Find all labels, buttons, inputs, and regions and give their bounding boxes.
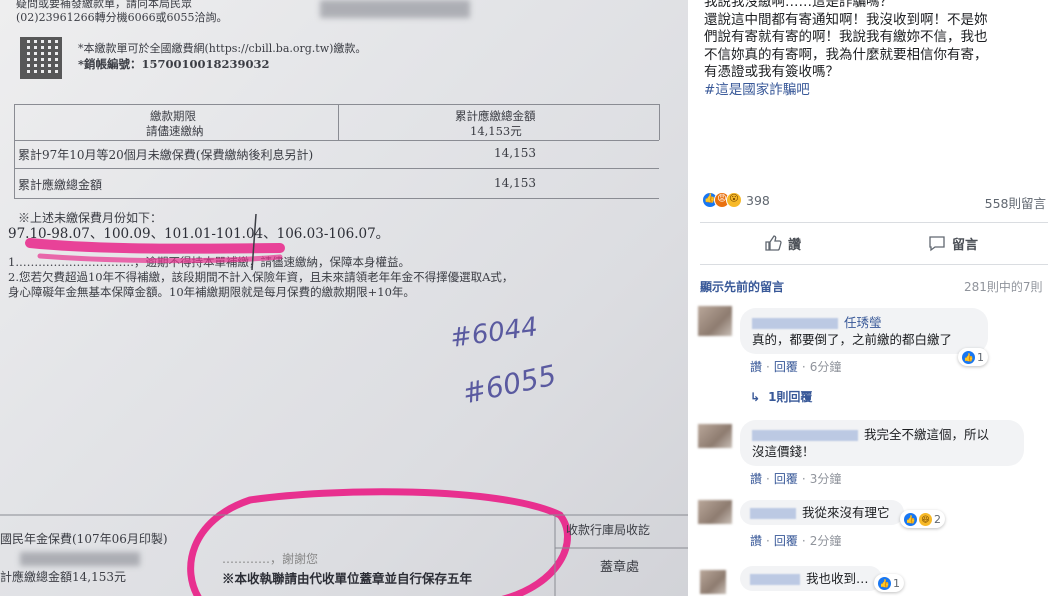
haha-mini-icon: 😆 xyxy=(919,512,932,526)
comment-reaction-badge[interactable]: 👍 1 xyxy=(874,574,904,592)
avatar[interactable] xyxy=(698,424,732,448)
action-divider-top xyxy=(700,222,1048,223)
reaction-count[interactable]: 398 xyxy=(746,193,770,208)
like-mini-icon: 👍 xyxy=(962,350,975,364)
comment-like-link[interactable]: 讚 xyxy=(750,534,762,548)
footer-left1: 國民年金保費(107年06月印製) xyxy=(0,532,168,546)
reply-arrow-icon: ↳ xyxy=(750,390,761,404)
comment-bubble-2: 我完全不繳這個，所以 沒這價錢！ xyxy=(740,420,1024,466)
comment-bubble-3: 我從來沒有理它 xyxy=(740,500,904,525)
pink-marker-underline xyxy=(0,213,688,596)
post-hashtag[interactable]: #這是國家詐騙吧 xyxy=(704,82,1054,100)
comment-button[interactable]: 留言 xyxy=(928,232,978,254)
comment-reply-link[interactable]: 回覆 xyxy=(774,472,798,486)
comment-bubble-1: 任琇瑩 真的，都要倒了，之前繳的都白繳了 xyxy=(740,308,988,354)
comment-meta-1: 讚 · 回覆 · 6分鐘 xyxy=(750,360,842,374)
footer-left2: 計應繳總金額14,153元 xyxy=(0,570,126,584)
redacted-name xyxy=(750,574,800,585)
comment-label: 留言 xyxy=(952,237,979,253)
bill-photo: 疑問或要補發繳款單，請向本局民眾 (02)23961266轉分機6066或605… xyxy=(0,0,688,596)
comment-meta-2: 讚 · 回覆 · 3分鐘 xyxy=(750,472,842,486)
footer-right1: 收款行庫局收訖 xyxy=(566,523,651,537)
comment-reaction-count: 1 xyxy=(977,350,984,364)
like-label: 讚 xyxy=(788,237,802,253)
comment-like-link[interactable]: 讚 xyxy=(750,360,762,374)
like-button[interactable]: 讚 xyxy=(764,232,801,254)
replies-count: 1則回覆 xyxy=(768,390,813,404)
post-line-1: 還說這中間都有寄通知啊！我沒收到啊！不是妳 xyxy=(704,11,988,28)
comment-time[interactable]: 6分鐘 xyxy=(810,360,842,374)
footer-mid-note: ※本收執聯請由代收單位蓋章並自行保存五年 xyxy=(222,571,473,586)
show-previous-comments[interactable]: 顯示先前的留言 xyxy=(700,278,784,295)
view-replies-link[interactable]: ↳ 1則回覆 xyxy=(750,388,812,405)
comment-reaction-count: 2 xyxy=(934,512,941,526)
post-body: 我說我沒繳啊……這是詐騙嗎？ 還說這中間都有寄通知啊！我沒收到啊！不是妳 們說有… xyxy=(704,0,1054,99)
action-divider-bottom xyxy=(700,264,1048,265)
comment-meta-3: 讚 · 回覆 · 2分鐘 xyxy=(750,534,842,548)
comment-like-link[interactable]: 讚 xyxy=(750,472,762,486)
comment-time[interactable]: 3分鐘 xyxy=(810,472,842,486)
comment-text: 我從來沒有理它 xyxy=(802,505,890,520)
footer-mid-title: …………，謝謝您 xyxy=(222,552,319,566)
comment-icon xyxy=(929,236,945,252)
reaction-summary[interactable]: 👍 😡 😮 398 558則留言 xyxy=(702,192,1046,214)
comment-time[interactable]: 2分鐘 xyxy=(810,534,842,548)
comment-reply-link[interactable]: 回覆 xyxy=(774,534,798,548)
comment-bubble-4: 我也收到… xyxy=(740,566,882,591)
comment-text: 我完全不繳這個，所以 xyxy=(864,427,990,442)
facebook-post-panel: 我說我沒繳啊……這是詐騙嗎？ 還說這中間都有寄通知啊！我沒收到啊！不是妳 們說有… xyxy=(688,0,1060,596)
comments-shown-count: 281則中的7則 xyxy=(964,280,1043,294)
post-line-2: 們說有寄就有寄的啊！我說我有繳妳不信，我也 xyxy=(704,29,988,45)
comment-text: 我也收到… xyxy=(806,571,869,586)
avatar[interactable] xyxy=(698,306,732,336)
comment-reaction-badge[interactable]: 👍 1 xyxy=(958,348,988,366)
redacted-name xyxy=(752,430,858,441)
thumbs-up-icon xyxy=(765,235,782,251)
post-line-0: 我說我沒繳啊……這是詐騙嗎？ xyxy=(704,0,893,10)
comment-reply-link[interactable]: 回覆 xyxy=(774,360,798,374)
comment-reaction-count: 1 xyxy=(893,576,900,590)
comment-count[interactable]: 558則留言 xyxy=(985,193,1046,212)
comment-reaction-badge[interactable]: 👍 😆 2 xyxy=(900,510,945,528)
avatar[interactable] xyxy=(698,500,732,524)
like-mini-icon: 👍 xyxy=(904,512,917,526)
like-mini-icon: 👍 xyxy=(878,576,891,590)
post-line-3: 不信妳真的有寄啊，我為什麼就要相信你有寄， xyxy=(704,46,988,63)
post-line-4: 有憑證或我有簽收嗎？ xyxy=(704,64,839,80)
redacted-name xyxy=(750,508,796,519)
redacted-footer xyxy=(20,552,140,566)
comment-text-line2: 沒這價錢！ xyxy=(752,444,815,459)
comment-author[interactable]: 任琇瑩 xyxy=(844,315,882,330)
avatar[interactable] xyxy=(700,570,726,594)
footer-right2: 蓋章處 xyxy=(600,560,640,575)
redacted-name xyxy=(752,318,838,329)
wow-reaction-icon: 😮 xyxy=(726,192,742,208)
comment-text: 真的，都要倒了，之前繳的都白繳了 xyxy=(752,332,953,347)
